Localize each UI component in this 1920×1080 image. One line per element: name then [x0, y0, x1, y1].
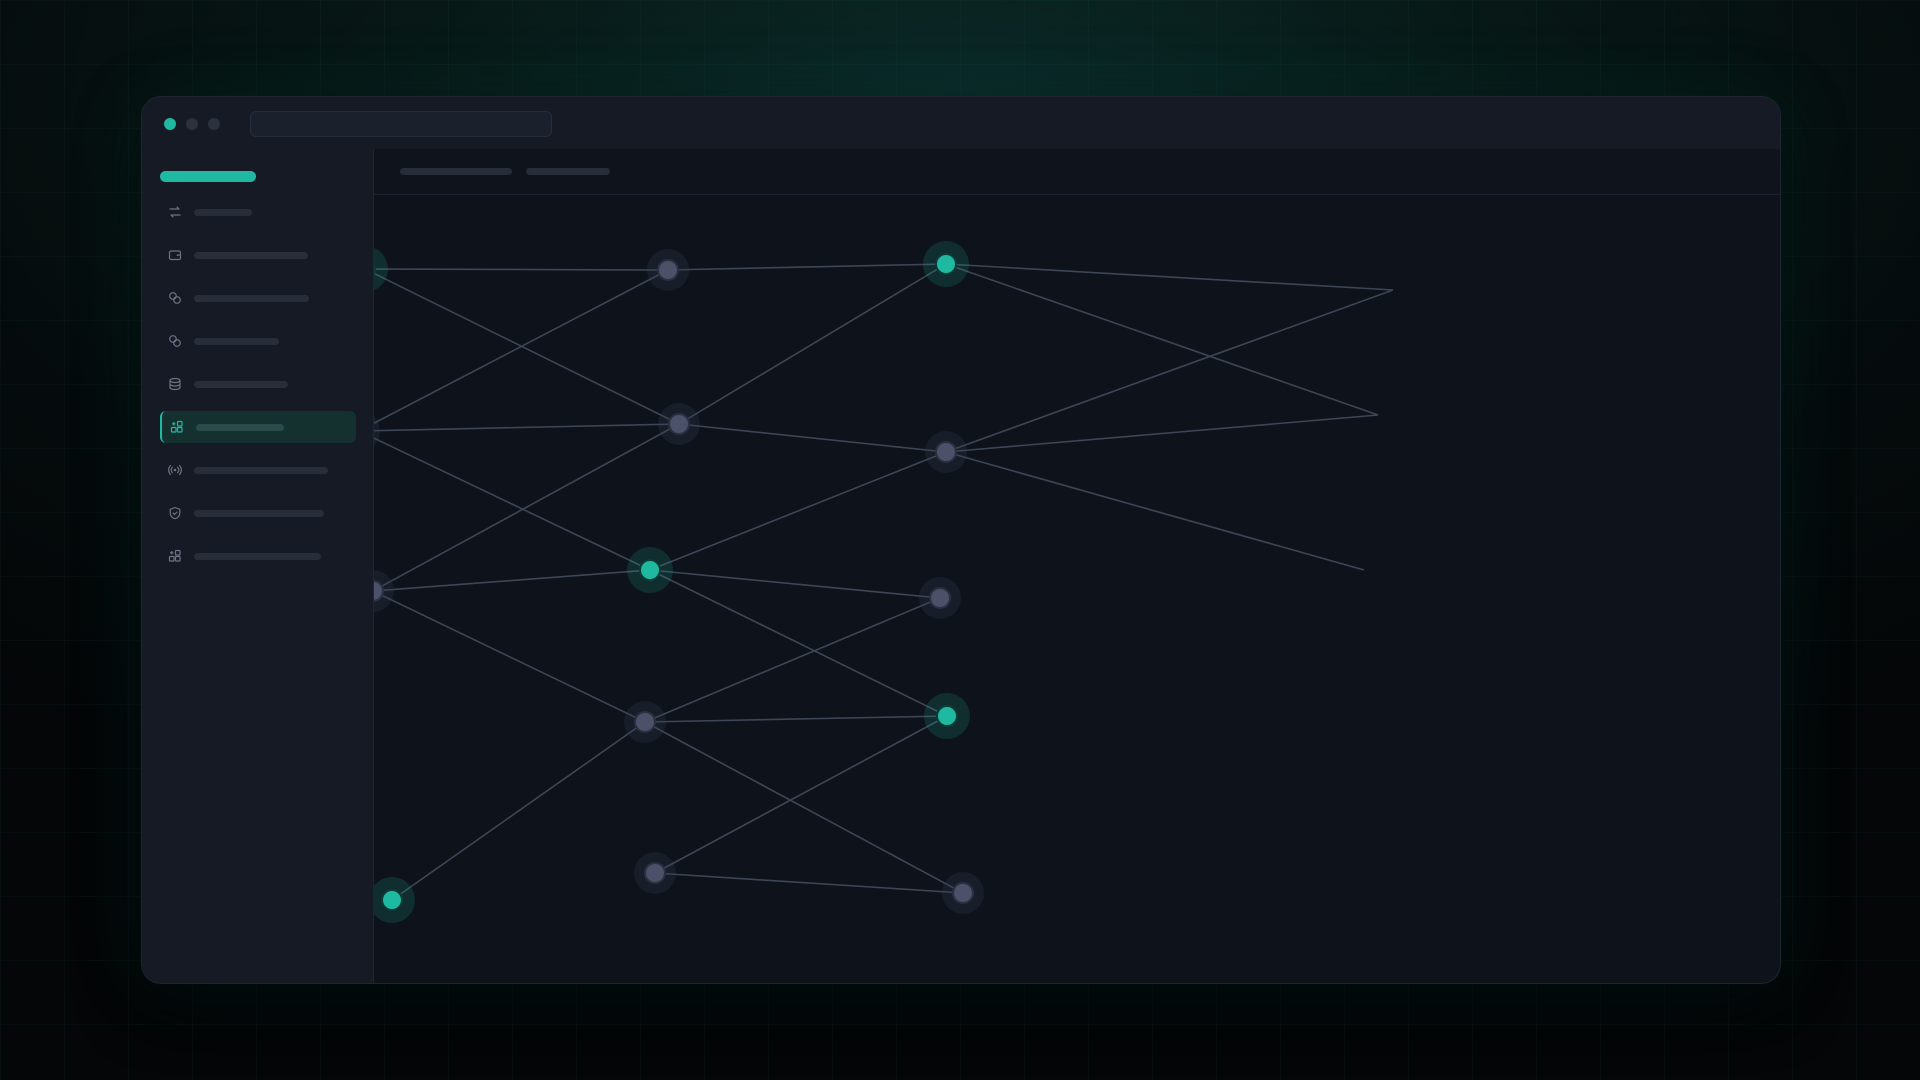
app-window: [141, 96, 1781, 984]
sidebar-item-label: [196, 424, 284, 431]
graph-node[interactable]: [374, 410, 380, 452]
node-halo: [374, 416, 380, 446]
node-core: [952, 882, 974, 904]
sidebar-item-5[interactable]: [160, 368, 356, 400]
graph-node[interactable]: [919, 577, 961, 619]
graph-edge: [678, 423, 947, 453]
graph-edge: [945, 263, 1379, 416]
title-bar: [142, 97, 1780, 150]
sidebar-item-label: [194, 209, 252, 216]
shield-icon: [168, 506, 182, 520]
node-core: [639, 559, 661, 581]
graph-node[interactable]: [374, 877, 415, 923]
graph-edge: [649, 451, 947, 571]
widgets-icon: [170, 420, 184, 434]
graph-canvas[interactable]: [374, 195, 1780, 983]
node-core: [935, 441, 957, 463]
graph-node[interactable]: [923, 241, 969, 287]
minimize-window-dot[interactable]: [186, 118, 198, 130]
graph-node[interactable]: [374, 570, 394, 612]
node-core: [668, 413, 690, 435]
sidebar-item-label: [194, 467, 328, 474]
brand-logo-bar[interactable]: [160, 171, 256, 182]
node-core: [929, 587, 951, 609]
node-core: [381, 889, 403, 911]
graph-edge: [374, 423, 680, 432]
broadcast-icon: [168, 463, 182, 477]
tab-secondary[interactable]: [526, 168, 610, 175]
transfer-arrows-icon: [168, 205, 182, 219]
sidebar-item-9[interactable]: [160, 540, 356, 572]
graph-edge: [945, 289, 1394, 453]
graph-edge: [374, 269, 669, 425]
edges-layer: [374, 263, 1394, 901]
graph-edge: [391, 721, 646, 901]
node-core: [644, 862, 666, 884]
graph-edge: [644, 715, 948, 723]
sidebar-item-label: [194, 338, 279, 345]
node-halo: [374, 247, 388, 291]
node-core: [657, 259, 679, 281]
network-graph[interactable]: [374, 195, 1780, 983]
sidebar-item-label: [194, 553, 321, 560]
graph-edge: [945, 263, 1394, 291]
graph-edge: [654, 715, 948, 874]
close-window-dot[interactable]: [164, 118, 176, 130]
graph-node[interactable]: [924, 693, 970, 739]
graph-edge: [654, 872, 964, 894]
graph-edge: [374, 272, 680, 425]
graph-node[interactable]: [925, 431, 967, 473]
graph-edge: [374, 569, 651, 592]
graph-node[interactable]: [627, 547, 673, 593]
graph-edge: [649, 569, 941, 599]
sidebar-item-8[interactable]: [160, 497, 356, 529]
sidebar-item-6[interactable]: [160, 411, 356, 443]
coins-icon: [168, 291, 182, 305]
graph-node[interactable]: [374, 246, 388, 292]
sidebar-item-label: [194, 510, 324, 517]
tab-primary[interactable]: [400, 168, 512, 175]
node-core: [935, 253, 957, 275]
graph-edge: [945, 451, 1365, 571]
graph-edge: [678, 263, 947, 425]
sidebar-item-label: [194, 381, 288, 388]
graph-edge: [644, 597, 941, 723]
sidebar: [142, 149, 374, 983]
graph-node[interactable]: [647, 249, 689, 291]
graph-edge: [667, 263, 947, 271]
sidebar-item-4[interactable]: [160, 325, 356, 357]
coins-icon: [168, 334, 182, 348]
graph-edge: [649, 569, 948, 717]
widgets-icon: [168, 549, 182, 563]
wallet-icon: [168, 248, 182, 262]
graph-node[interactable]: [634, 852, 676, 894]
graph-node[interactable]: [624, 701, 666, 743]
graph-edge: [945, 414, 1379, 453]
node-core: [936, 705, 958, 727]
node-core: [634, 711, 656, 733]
sidebar-item-7[interactable]: [160, 454, 356, 486]
sidebar-item-label: [194, 252, 308, 259]
top-header: [374, 149, 1780, 195]
sidebar-item-3[interactable]: [160, 282, 356, 314]
sidebar-item-1[interactable]: [160, 196, 356, 228]
graph-edge: [374, 437, 651, 571]
database-icon: [168, 377, 182, 391]
graph-node[interactable]: [658, 403, 700, 445]
sidebar-item-2[interactable]: [160, 239, 356, 271]
graph-edge: [374, 268, 669, 271]
address-bar[interactable]: [250, 111, 552, 137]
graph-node[interactable]: [942, 872, 984, 914]
sidebar-item-label: [194, 295, 309, 302]
nodes-layer: [374, 241, 984, 923]
graph-edge: [374, 590, 646, 723]
maximize-window-dot[interactable]: [208, 118, 220, 130]
graph-edge: [644, 721, 964, 894]
